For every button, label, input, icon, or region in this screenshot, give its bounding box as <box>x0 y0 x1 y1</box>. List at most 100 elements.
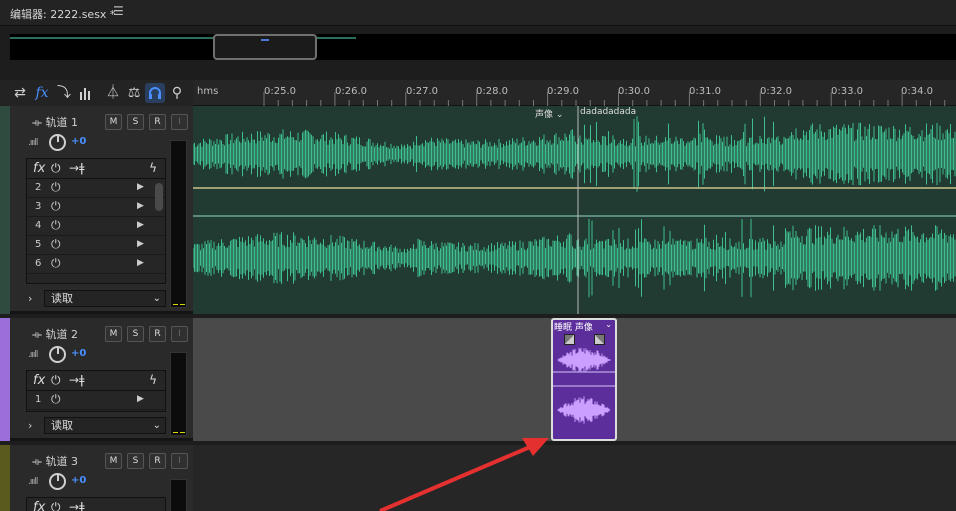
volume-knob[interactable] <box>49 473 66 490</box>
play-triangle-icon[interactable]: ▶ <box>137 239 144 249</box>
metronome-icon[interactable]: ⏃ <box>103 83 123 103</box>
route-icon[interactable]: →ǂ <box>69 161 85 175</box>
fx-icon[interactable]: fx <box>33 161 45 176</box>
ruler-ticks <box>263 92 946 106</box>
overview-viewport-handle[interactable] <box>213 34 317 60</box>
track-1-lane[interactable] <box>193 106 956 314</box>
track-3-name[interactable]: ⟛ 轨道 3 <box>32 453 78 469</box>
effects-scrollbar[interactable] <box>155 183 163 211</box>
editor-title-bar: 编辑器: 2222.sesx * ☰ <box>0 0 956 26</box>
lightning-icon[interactable]: ϟ <box>149 161 157 175</box>
solo-button[interactable]: S <box>127 453 144 469</box>
track-2-color-strip <box>0 318 10 441</box>
track-level-meter <box>170 352 187 436</box>
track-level-meter <box>170 140 187 308</box>
play-triangle-icon[interactable]: ▶ <box>137 258 144 268</box>
input-monitor-button[interactable]: I <box>171 453 188 469</box>
chevron-right-icon[interactable]: › <box>28 419 32 432</box>
power-icon[interactable]: ⏻ <box>51 237 61 252</box>
effect-slot[interactable]: 2 ⏻ ▶ <box>27 179 165 198</box>
effects-rack-header: fx ⏻ →ǂ ϟ <box>27 159 165 179</box>
effect-slot[interactable]: 1 ⏻ ▶ <box>27 391 165 410</box>
track-1-color-strip <box>0 106 10 314</box>
play-triangle-icon[interactable]: ▶ <box>137 182 144 192</box>
hamburger-icon[interactable]: ☰ <box>113 4 124 18</box>
solo-button[interactable]: S <box>127 114 144 130</box>
bar-meter-icon[interactable] <box>76 83 96 103</box>
timeline-overview[interactable] <box>10 34 956 60</box>
meter-peak-right <box>180 304 185 305</box>
power-icon[interactable]: ⏻ <box>51 180 61 195</box>
scale-icon[interactable]: ⚖ <box>124 83 144 103</box>
mute-button[interactable]: M <box>105 114 122 130</box>
record-button[interactable]: R <box>149 326 166 342</box>
power-icon[interactable]: ⏻ <box>51 373 61 388</box>
track-3-lane[interactable] <box>193 445 956 511</box>
track-level-meter <box>170 479 187 511</box>
pin-icon[interactable]: ⚲ <box>167 83 187 103</box>
solo-button[interactable]: S <box>127 326 144 342</box>
editor-title: 编辑器: 2222.sesx * <box>10 8 116 21</box>
power-icon[interactable]: ⏻ <box>51 392 61 407</box>
track-toolbar: ⇄ fx ⤵ ⏃ ⚖ ⚲ <box>0 80 193 106</box>
fx-icon[interactable]: fx <box>33 500 45 511</box>
meter-peak-right <box>180 432 185 433</box>
chevron-down-icon: ⌄ <box>152 420 161 431</box>
route-icon[interactable]: →ǂ <box>69 373 85 387</box>
effects-rack: fx ⏻ →ǂ ϟ 2 ⏻ ▶ 3 ⏻ ▶ 4 ⏻ ▶ 5 ⏻ ▶ 6 ⏻ ▶ <box>26 158 166 284</box>
automation-mode-select[interactable]: 读取 ⌄ <box>44 290 166 307</box>
record-button[interactable]: R <box>149 114 166 130</box>
time-ruler[interactable]: hms 0:25.0 0:26.0 0:27.0 0:28.0 0:29.0 0… <box>193 80 956 106</box>
record-button[interactable]: R <box>149 453 166 469</box>
play-triangle-icon[interactable]: ▶ <box>137 394 144 404</box>
volume-bars-icon: .ıııll <box>28 350 38 360</box>
power-icon[interactable]: ⏻ <box>51 256 61 271</box>
effect-slot[interactable]: 3 ⏻ ▶ <box>27 198 165 217</box>
chevron-right-icon[interactable]: › <box>28 292 32 305</box>
audio-clip[interactable]: 睡眠 声像 ⌄ <box>551 318 617 441</box>
meter-peak-left <box>173 304 178 305</box>
play-triangle-icon[interactable]: ▶ <box>137 220 144 230</box>
effects-rack: fx ⏻ →ǂ <box>26 497 166 511</box>
send-icon[interactable]: ⤵ <box>54 83 74 103</box>
volume-value[interactable]: +0 <box>71 348 86 359</box>
volume-knob[interactable] <box>49 346 66 363</box>
chevron-down-icon: ⌄ <box>555 110 564 120</box>
effect-slot[interactable]: 5 ⏻ ▶ <box>27 236 165 255</box>
effect-slot[interactable]: 6 ⏻ ▶ <box>27 255 165 274</box>
meter-peak-left <box>173 432 178 433</box>
power-icon[interactable]: ⏻ <box>51 199 61 214</box>
power-icon[interactable]: ⏻ <box>51 161 61 176</box>
input-monitor-button[interactable]: I <box>171 114 188 130</box>
effects-rack-header: fx ⏻ →ǂ ϟ <box>27 371 165 391</box>
track-2-name[interactable]: ⟛ 轨道 2 <box>32 326 78 342</box>
waveform-channel <box>193 218 956 298</box>
play-triangle-icon[interactable]: ▶ <box>137 201 144 211</box>
automation-row: › 读取 ⌄ <box>26 290 166 308</box>
volume-value[interactable]: +0 <box>71 475 86 486</box>
fx-icon[interactable]: fx <box>32 83 52 103</box>
mute-button[interactable]: M <box>105 326 122 342</box>
track-2-header: ⟛ 轨道 2 M S R I .ıııll +0 fx ⏻ →ǂ ϟ 1 ⏻ ▶… <box>10 318 193 441</box>
volume-bars-icon: .ıııll <box>28 138 38 148</box>
route-icon[interactable]: →ǂ <box>69 500 85 511</box>
headphones-icon[interactable] <box>145 83 165 103</box>
fx-icon[interactable]: fx <box>33 373 45 388</box>
effects-rack: fx ⏻ →ǂ ϟ 1 ⏻ ▶ <box>26 370 166 412</box>
clip-name[interactable]: dadadadada <box>580 107 636 117</box>
lightning-icon[interactable]: ϟ <box>149 373 157 387</box>
volume-knob[interactable] <box>49 134 66 151</box>
track-1-name[interactable]: ⟛ 轨道 1 <box>32 114 78 130</box>
power-icon[interactable]: ⏻ <box>51 500 61 511</box>
volume-bars-icon: .ıııll <box>28 477 38 487</box>
input-monitor-button[interactable]: I <box>171 326 188 342</box>
effect-slot[interactable]: 4 ⏻ ▶ <box>27 217 165 236</box>
waveform-icon: ⟛ <box>32 328 42 341</box>
automation-mode-select[interactable]: 读取 ⌄ <box>44 417 166 434</box>
pan-envelope-label[interactable]: 声像 ⌄ <box>535 107 563 120</box>
mute-button[interactable]: M <box>105 453 122 469</box>
swap-arrows-icon[interactable]: ⇄ <box>10 83 30 103</box>
volume-value[interactable]: +0 <box>71 136 86 147</box>
track-1-waveform[interactable] <box>193 106 956 314</box>
power-icon[interactable]: ⏻ <box>51 218 61 233</box>
